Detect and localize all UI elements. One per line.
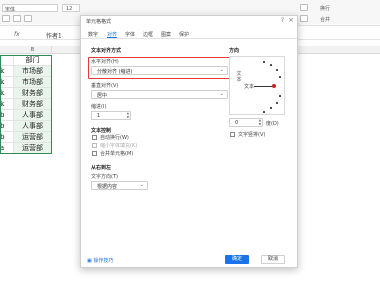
tab-number[interactable]: 数字 [88, 31, 98, 38]
align-icon[interactable] [300, 4, 308, 11]
vertical-text-button[interactable]: 文本 [236, 71, 242, 83]
rtl-title: 从右到左 [91, 165, 112, 171]
wrap-text-label: 自动换行(W) [100, 135, 129, 141]
shrink-to-fit-label: 缩小字体填充(K) [100, 143, 138, 149]
column-header-b[interactable]: B [14, 46, 52, 54]
dial-dot [263, 111, 265, 113]
dial-dot [270, 64, 272, 66]
fx-icon: fx [14, 31, 20, 38]
tab-protection[interactable]: 保护 [179, 31, 189, 38]
underline-icon[interactable] [24, 15, 32, 22]
orientation-title: 方向 [229, 48, 240, 54]
orientation-text-label: 文本 [244, 84, 255, 90]
vertical-text-label: 文字竖排(V) [238, 132, 266, 138]
degree-value: 0 [235, 120, 239, 126]
tab-pattern[interactable]: 图案 [161, 31, 171, 38]
merge-cells-label: 合并单元格(M) [100, 151, 134, 157]
degree-label: 度(D) [266, 121, 279, 127]
tab-font[interactable]: 字体 [125, 31, 135, 38]
merge-button[interactable]: 合并 [320, 16, 330, 23]
orientation-handle[interactable] [272, 84, 276, 88]
degree-spinner[interactable]: 0 ▲ ▼ [229, 118, 263, 127]
help-icon[interactable]: ? [281, 17, 284, 24]
indent-value: 1 [97, 113, 101, 119]
font-size-select[interactable]: 12 [62, 4, 80, 12]
indent-spinner[interactable]: 1 ▲ ▼ [91, 111, 131, 120]
align-center-icon[interactable] [300, 15, 308, 22]
font-name-value: 宋体 [5, 7, 16, 13]
font-size-value: 12 [66, 6, 73, 12]
orientation-pointer [254, 86, 273, 87]
text-direction-label: 文字方向(T) [91, 174, 118, 180]
close-icon[interactable]: × [288, 16, 294, 24]
tab-border[interactable]: 边框 [143, 31, 153, 38]
wrap-text-button[interactable]: 换行 [320, 5, 330, 12]
merge-cells-checkbox[interactable] [92, 151, 97, 156]
wrap-text-checkbox[interactable] [92, 135, 97, 140]
text-direction-select[interactable]: 根据内容 ⌄ [91, 181, 148, 190]
active-tab-indicator [107, 37, 117, 38]
indent-label: 缩进(I) [91, 104, 107, 110]
ok-button[interactable]: 确定 [225, 255, 249, 264]
highlight-box [88, 57, 231, 79]
formula-input[interactable]: 作者1 [46, 31, 62, 40]
font-name-select[interactable]: 宋体 [2, 4, 58, 13]
dial-dot [270, 107, 272, 109]
vertical-align-label: 垂直对齐(V) [91, 83, 119, 89]
dialog-footer: ▣ 操作技巧 确定 取消 [81, 252, 297, 268]
dialog-title: 单元格格式 [86, 19, 112, 25]
selection-range [0, 55, 52, 154]
operation-tips-link[interactable]: ▣ 操作技巧 [87, 257, 113, 264]
operation-tips-label: 操作技巧 [93, 258, 114, 264]
orientation-dial[interactable]: 文本 文本 [229, 56, 285, 115]
dial-dot [263, 61, 265, 63]
dial-dot [279, 76, 281, 78]
chevron-down-icon: ⌄ [139, 182, 144, 188]
shrink-to-fit-checkbox [92, 143, 97, 148]
spinner-arrows-icon[interactable]: ▲ ▼ [259, 118, 261, 126]
bold-icon[interactable] [2, 15, 10, 22]
text-alignment-title: 文本对齐方式 [91, 48, 122, 54]
vertical-text-checkbox[interactable] [230, 132, 235, 137]
dial-dot [279, 95, 281, 97]
spinner-arrows-icon[interactable]: ▲ ▼ [127, 111, 129, 119]
dial-dot [276, 102, 278, 104]
vertical-align-select[interactable]: 居中 ⌄ [91, 90, 228, 99]
text-direction-value: 根据内容 [97, 184, 118, 190]
format-cells-dialog: 单元格格式 ? × 数字 对齐 字体 边框 图案 保护 文本对齐方式 水平对齐(… [80, 15, 298, 268]
dial-dot [276, 69, 278, 71]
italic-icon[interactable] [13, 15, 21, 22]
chevron-down-icon: ⌄ [219, 91, 224, 97]
vertical-align-value: 居中 [97, 93, 108, 99]
cancel-button[interactable]: 取消 [261, 255, 285, 264]
text-control-title: 文本控制 [91, 128, 112, 134]
